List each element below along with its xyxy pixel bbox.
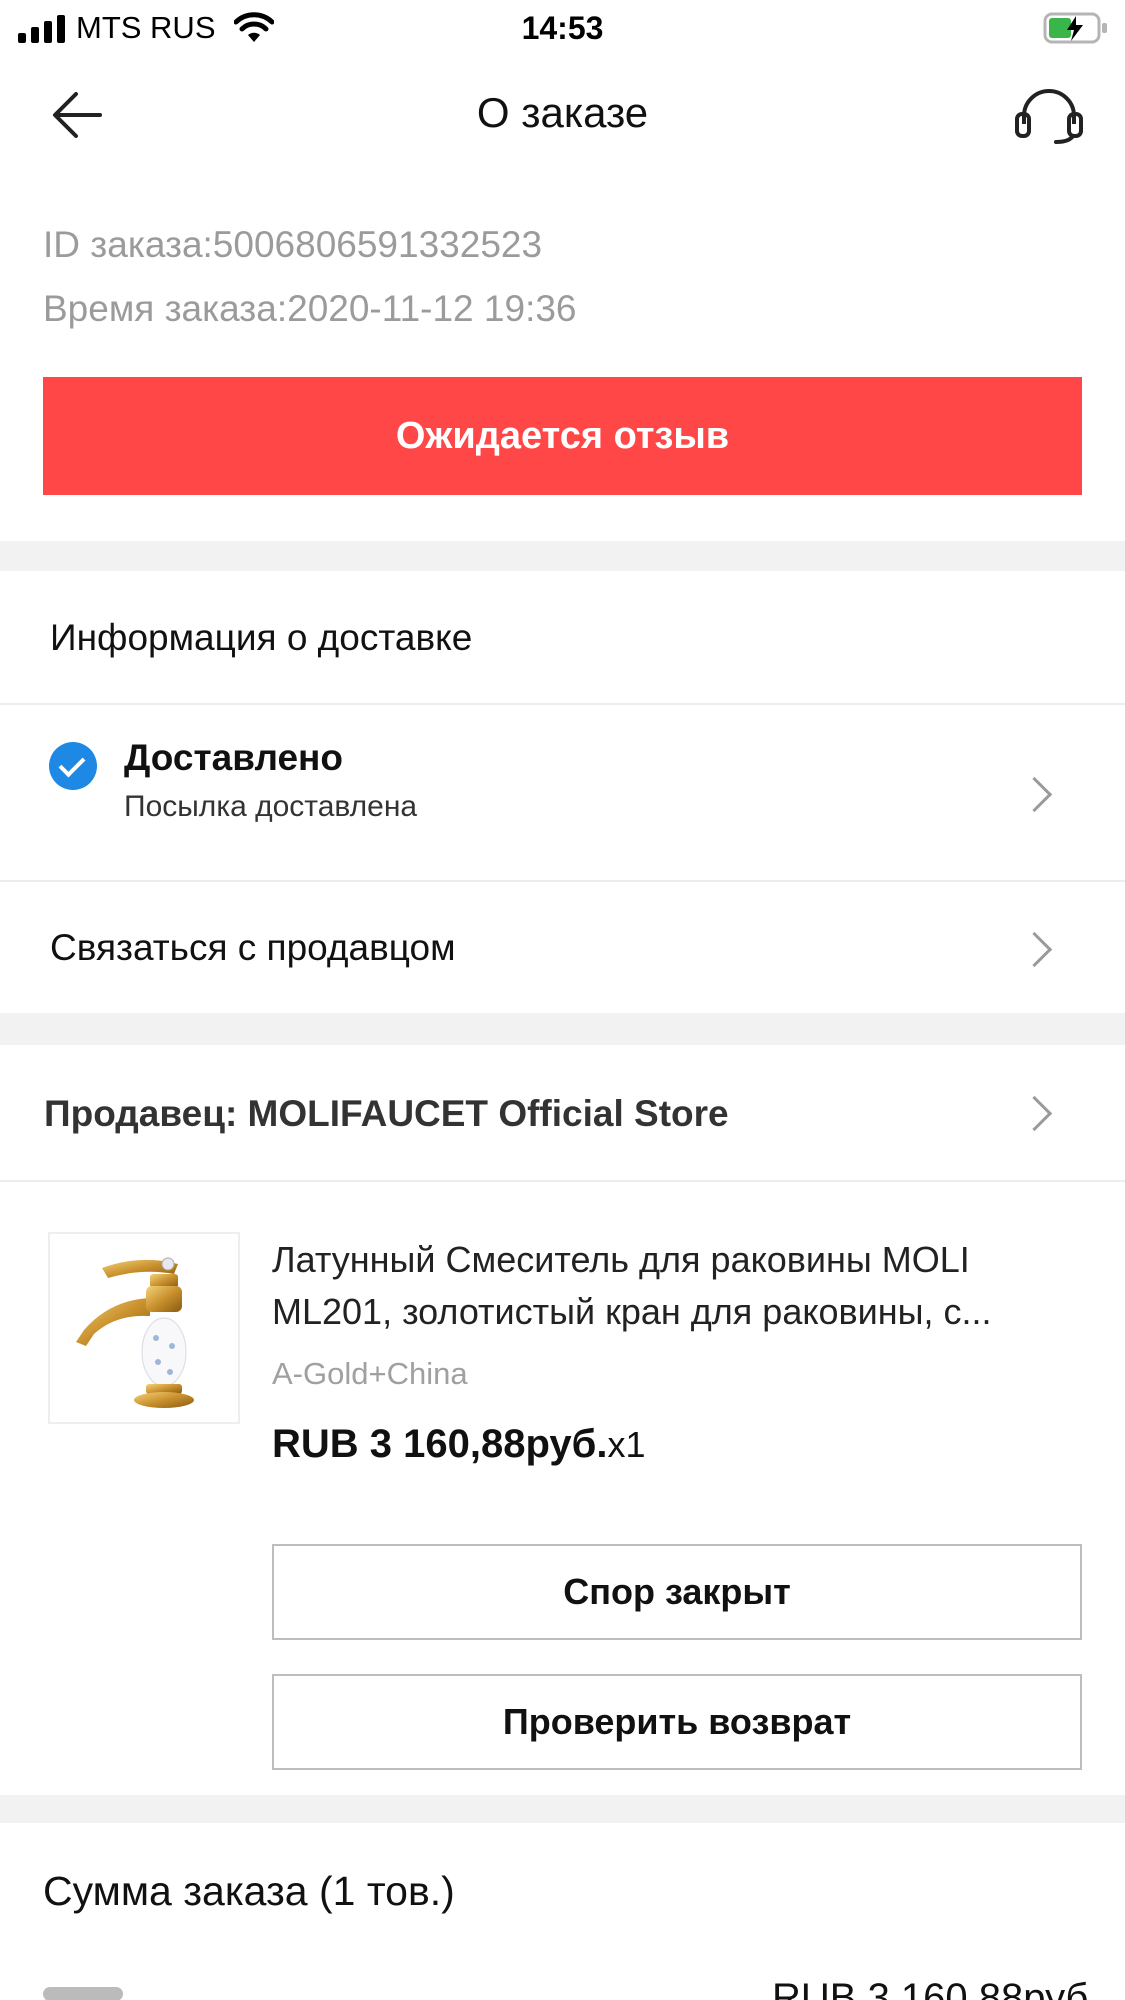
headset-icon[interactable]: [1014, 88, 1084, 144]
summary-subtotal: RUB 3 160,88руб.: [772, 1976, 1100, 2000]
order-summary-title: Сумма заказа (1 тов.): [43, 1868, 455, 1914]
dispute-closed-button[interactable]: Спор закрыт: [272, 1544, 1082, 1640]
delivery-status-title: Доставлено: [124, 737, 344, 778]
summary-row-partial: RUB 3 160,88руб.: [0, 1965, 1125, 2000]
section-separator: [0, 541, 1125, 571]
section-separator: [0, 1013, 1125, 1045]
contact-seller-label: Связаться с продавцом: [50, 927, 456, 968]
price-value: RUB 3 160,88руб.: [272, 1422, 608, 1466]
quantity: x1: [607, 1424, 646, 1465]
check-circle-icon: [49, 742, 97, 790]
divider: [0, 1180, 1125, 1182]
clock: 14:53: [521, 10, 604, 46]
product-image[interactable]: [48, 1232, 240, 1424]
status-bar: MTS RUS 14:53: [0, 0, 1125, 60]
seller-name: Продавец: MOLIFAUCET Official Store: [44, 1093, 729, 1134]
order-id: ID заказа:5006806591332523: [43, 224, 543, 265]
summary-row-label-fragment: [43, 1987, 123, 2000]
product-price: RUB 3 160,88руб.x1: [272, 1422, 645, 1467]
order-status-banner[interactable]: Ожидается отзыв: [43, 377, 1082, 495]
check-return-button[interactable]: Проверить возврат: [272, 1674, 1082, 1770]
product-variant: A-Gold+China: [272, 1356, 468, 1391]
delivery-section-title: Информация о доставке: [50, 617, 473, 658]
order-time: Время заказа:2020-11-12 19:36: [43, 288, 577, 329]
faucet-image: [76, 1257, 194, 1408]
battery-charging-icon: [1043, 12, 1107, 44]
section-separator: [0, 1795, 1125, 1823]
page-title: О заказе: [476, 89, 649, 136]
delivery-status-subtitle: Посылка доставлена: [124, 790, 418, 823]
product-title[interactable]: Латунный Смеситель для раковины MOLI ML2…: [272, 1234, 1072, 1338]
